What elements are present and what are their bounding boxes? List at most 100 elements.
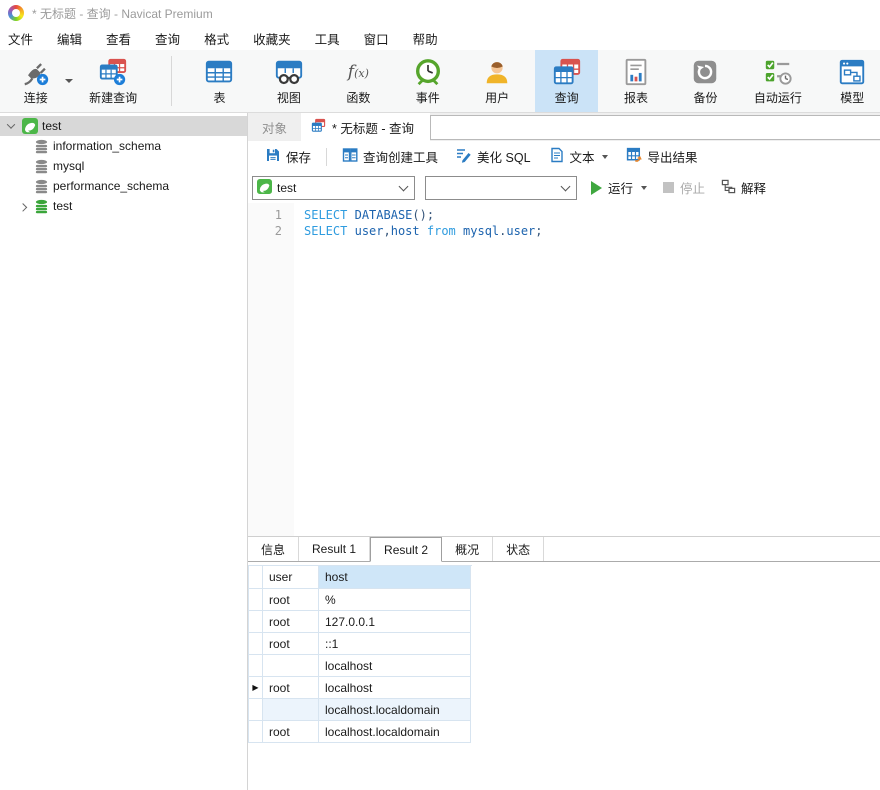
user-button[interactable]: 用户 <box>465 50 528 112</box>
run-button[interactable]: 运行 <box>591 178 647 197</box>
column-header-host[interactable]: host <box>319 566 471 589</box>
tab-info[interactable]: 信息 <box>248 537 299 561</box>
query-toolbar: 保存 查询创建工具 <box>248 141 880 172</box>
cell-user[interactable]: root <box>263 721 319 743</box>
cell-user[interactable] <box>263 699 319 721</box>
sidebar-item-mysql-2[interactable]: mysql <box>0 156 247 176</box>
sql-code-area[interactable]: SELECT DATABASE();SELECT user,host from … <box>294 203 880 536</box>
cell-user[interactable]: root <box>263 589 319 611</box>
sql-editor[interactable]: 12 SELECT DATABASE();SELECT user,host fr… <box>248 203 880 536</box>
run-dropdown-caret[interactable] <box>641 186 647 190</box>
cell-host[interactable]: ::1 <box>319 633 471 655</box>
code-line[interactable]: SELECT DATABASE(); <box>304 207 880 223</box>
query-builder-icon <box>342 147 358 166</box>
result-grid-wrap: userhostroot%root127.0.0.1root::1localho… <box>248 562 880 790</box>
function-label: 函数 <box>346 89 370 106</box>
event-button[interactable]: 事件 <box>396 50 459 112</box>
sidebar-item-test-4[interactable]: test <box>0 196 247 216</box>
connection-dropdown-caret[interactable] <box>65 79 73 83</box>
menu-favorites[interactable]: 收藏夹 <box>253 29 291 48</box>
cell-user[interactable]: root <box>263 633 319 655</box>
cell-host[interactable]: localhost.localdomain <box>319 699 471 721</box>
query-builder-button[interactable]: 查询创建工具 <box>333 141 447 172</box>
navicat-logo-icon <box>8 5 24 21</box>
tab-result-2[interactable]: Result 2 <box>370 537 442 562</box>
editor-tab-bar: 对象 * 无标题 - 查询 <box>248 113 880 141</box>
run-play-icon <box>591 181 602 195</box>
sidebar-item-label: test <box>53 199 72 213</box>
text-view-button[interactable]: 文本 <box>540 141 617 172</box>
database-select-chevron-icon <box>561 181 571 191</box>
backup-button[interactable]: 备份 <box>674 50 737 112</box>
query-button[interactable]: 查询 <box>535 50 598 112</box>
function-button[interactable]: f(x) 函数 <box>327 50 390 112</box>
beautify-sql-icon <box>456 147 472 166</box>
row-gutter-cell <box>249 633 263 655</box>
person-icon <box>482 56 512 88</box>
menu-window[interactable]: 窗口 <box>364 29 389 48</box>
explain-button[interactable]: 解释 <box>721 178 766 197</box>
cell-host[interactable]: localhost.localdomain <box>319 721 471 743</box>
grid-corner-cell <box>249 566 263 589</box>
database-select[interactable] <box>425 176 577 200</box>
connection-tree: testinformation_schemamysqlperformance_s… <box>0 113 248 790</box>
table-row[interactable]: localhost <box>249 655 472 677</box>
cell-host[interactable]: localhost <box>319 677 471 699</box>
connection-button[interactable]: 连接 <box>6 50 65 112</box>
cell-user[interactable]: root <box>263 611 319 633</box>
model-button[interactable]: 模型 <box>825 50 880 112</box>
table-row[interactable]: root127.0.0.1 <box>249 611 472 633</box>
new-query-icon <box>98 56 128 88</box>
text-view-caret[interactable] <box>602 155 608 159</box>
explain-icon <box>721 179 736 197</box>
connection-select-chevron-icon <box>399 181 409 191</box>
tab-profile[interactable]: 概况 <box>442 537 493 561</box>
mysql-connection-icon <box>257 179 272 197</box>
menu-view[interactable]: 查看 <box>106 29 131 48</box>
tab-objects[interactable]: 对象 <box>248 113 301 141</box>
row-gutter-cell <box>249 655 263 677</box>
user-label: 用户 <box>485 89 509 106</box>
report-icon <box>621 56 651 88</box>
sidebar-item-test-0[interactable]: test <box>0 116 247 136</box>
menu-format[interactable]: 格式 <box>204 29 229 48</box>
tab-status[interactable]: 状态 <box>493 537 544 561</box>
table-row[interactable]: rootlocalhost.localdomain <box>249 721 472 743</box>
cell-host[interactable]: 127.0.0.1 <box>319 611 471 633</box>
menu-help[interactable]: 帮助 <box>413 29 438 48</box>
menu-file[interactable]: 文件 <box>8 29 33 48</box>
chevron-down-icon[interactable] <box>4 123 18 129</box>
tab-result-1[interactable]: Result 1 <box>299 537 370 561</box>
code-line[interactable]: SELECT user,host from mysql.user; <box>304 223 880 239</box>
cell-user[interactable]: root <box>263 677 319 699</box>
export-result-button[interactable]: 导出结果 <box>617 141 707 172</box>
cell-host[interactable]: % <box>319 589 471 611</box>
stop-button: 停止 <box>663 178 705 197</box>
table-button[interactable]: 表 <box>188 50 251 112</box>
menu-edit[interactable]: 编辑 <box>57 29 82 48</box>
view-button[interactable]: 视图 <box>257 50 320 112</box>
table-row[interactable]: localhost.localdomain <box>249 699 472 721</box>
sidebar-item-information_schema-1[interactable]: information_schema <box>0 136 247 156</box>
cell-host[interactable]: localhost <box>319 655 471 677</box>
column-header-user[interactable]: user <box>263 566 319 589</box>
report-button[interactable]: 报表 <box>604 50 667 112</box>
sidebar-item-performance_schema-3[interactable]: performance_schema <box>0 176 247 196</box>
backup-label: 备份 <box>693 89 717 106</box>
connection-select[interactable]: test <box>252 176 415 200</box>
table-row[interactable]: root::1 <box>249 633 472 655</box>
cell-user[interactable] <box>263 655 319 677</box>
chevron-right-icon[interactable] <box>16 203 30 209</box>
beautify-sql-button[interactable]: 美化 SQL <box>447 141 540 172</box>
automation-button[interactable]: 自动运行 <box>743 50 812 112</box>
toolbar-separator <box>171 56 172 106</box>
table-row[interactable]: root% <box>249 589 472 611</box>
tab-result-2-label: Result 2 <box>384 543 428 557</box>
menu-query[interactable]: 查询 <box>155 29 180 48</box>
new-query-button[interactable]: 新建查询 <box>77 50 148 112</box>
table-row[interactable]: ▶rootlocalhost <box>249 677 472 699</box>
tab-query-active[interactable]: * 无标题 - 查询 <box>301 113 430 141</box>
save-button[interactable]: 保存 <box>256 141 320 172</box>
menu-tools[interactable]: 工具 <box>315 29 340 48</box>
query-tab-icon <box>311 118 326 136</box>
